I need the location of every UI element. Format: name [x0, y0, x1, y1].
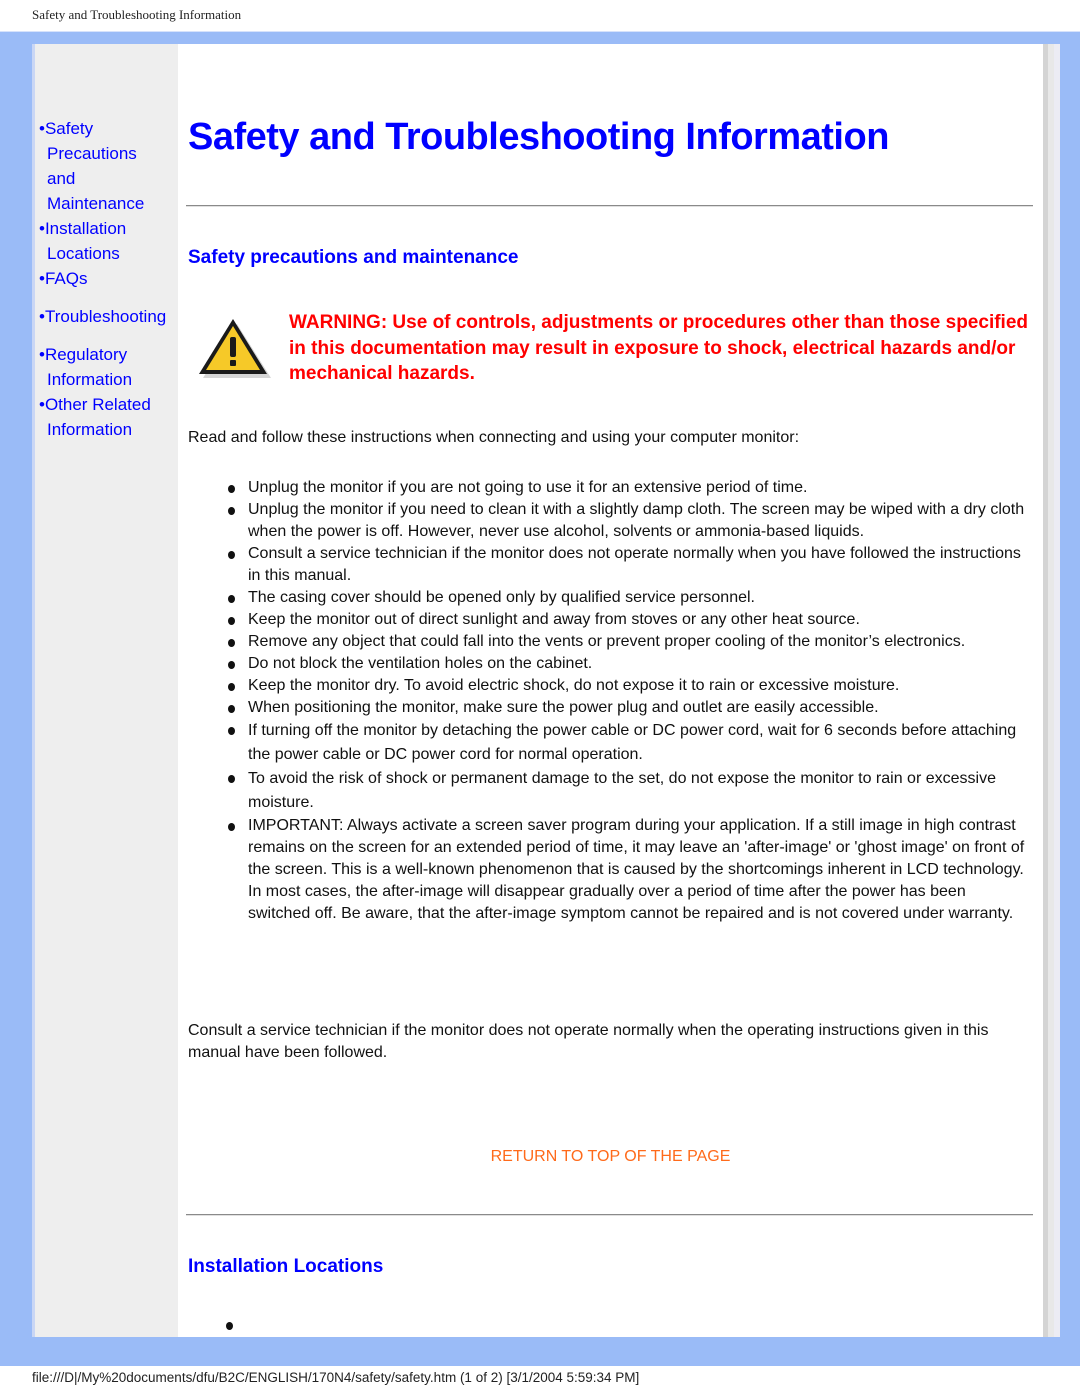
- list-item: If turning off the monitor by detaching …: [228, 719, 1028, 767]
- list-item: Unplug the monitor if you are not going …: [228, 477, 1028, 499]
- list-item: To avoid the risk of shock or permanent …: [228, 767, 1028, 815]
- list-item: The casing cover should be opened only b…: [228, 587, 1028, 609]
- divider: [186, 1214, 1033, 1216]
- sidebar-item-regulatory-information[interactable]: •Regulatory Information: [39, 342, 181, 392]
- print-header: Safety and Troubleshooting Information: [32, 7, 242, 22]
- sidebar-item-other-related-information[interactable]: •Other Related Information: [39, 392, 181, 442]
- warning-text: WARNING: Use of controls, adjustments or…: [289, 312, 1028, 384]
- bullet-icon: [228, 683, 235, 691]
- list-item: Keep the monitor out of direct sunlight …: [228, 609, 1028, 631]
- divider: [186, 205, 1033, 207]
- list-item: Consult a service technician if the moni…: [228, 543, 1028, 587]
- list-item: Keep the monitor dry. To avoid electric …: [228, 675, 1028, 697]
- bullet-icon: [228, 727, 235, 735]
- page-title: Safety and Troubleshooting Information: [188, 116, 889, 158]
- bullet-icon: [228, 595, 235, 603]
- sidebar-nav: •Safety Precautions and Maintenance •Ins…: [39, 116, 181, 442]
- list-item: Remove any object that could fall into t…: [228, 631, 1028, 653]
- bullet-icon: [228, 485, 235, 493]
- bullet-icon: [226, 1322, 233, 1330]
- print-footer-url: file:///D|/My%20documents/dfu/B2C/ENGLIS…: [32, 1370, 640, 1385]
- bullet-icon: [228, 551, 235, 559]
- list-item: IMPORTANT: Always activate a screen save…: [228, 815, 1028, 925]
- bullet-icon: [228, 639, 235, 647]
- list-item: Do not block the ventilation holes on th…: [228, 653, 1028, 675]
- closing-text: Consult a service technician if the moni…: [188, 1022, 989, 1061]
- bullet-icon: [228, 661, 235, 669]
- bullet-icon: [228, 775, 235, 783]
- return-to-top-link[interactable]: RETURN TO TOP OF THE PAGE: [188, 1148, 1033, 1166]
- list-item: When positioning the monitor, make sure …: [228, 697, 1028, 719]
- sidebar-item-installation-locations[interactable]: •Installation Locations: [39, 216, 181, 266]
- sidebar-item-troubleshooting[interactable]: •Troubleshooting: [39, 304, 181, 329]
- bullet-icon: [228, 823, 235, 831]
- right-border: [1054, 44, 1060, 1337]
- page-left-edge: [32, 44, 35, 1337]
- section-heading-safety: Safety precautions and maintenance: [188, 247, 519, 268]
- section-heading-installation: Installation Locations: [188, 1256, 384, 1277]
- safety-bullet-list: Unplug the monitor if you are not going …: [228, 477, 1028, 925]
- bullet-icon: [228, 507, 235, 515]
- intro-text: Read and follow these instructions when …: [188, 429, 800, 446]
- sidebar-item-safety-precautions[interactable]: •Safety Precautions and Maintenance: [39, 116, 181, 216]
- warning-triangle-icon: [199, 319, 271, 378]
- sidebar-item-faqs[interactable]: •FAQs: [39, 266, 181, 291]
- list-item: Unplug the monitor if you need to clean …: [228, 499, 1028, 543]
- bullet-icon: [228, 705, 235, 713]
- bullet-icon: [228, 617, 235, 625]
